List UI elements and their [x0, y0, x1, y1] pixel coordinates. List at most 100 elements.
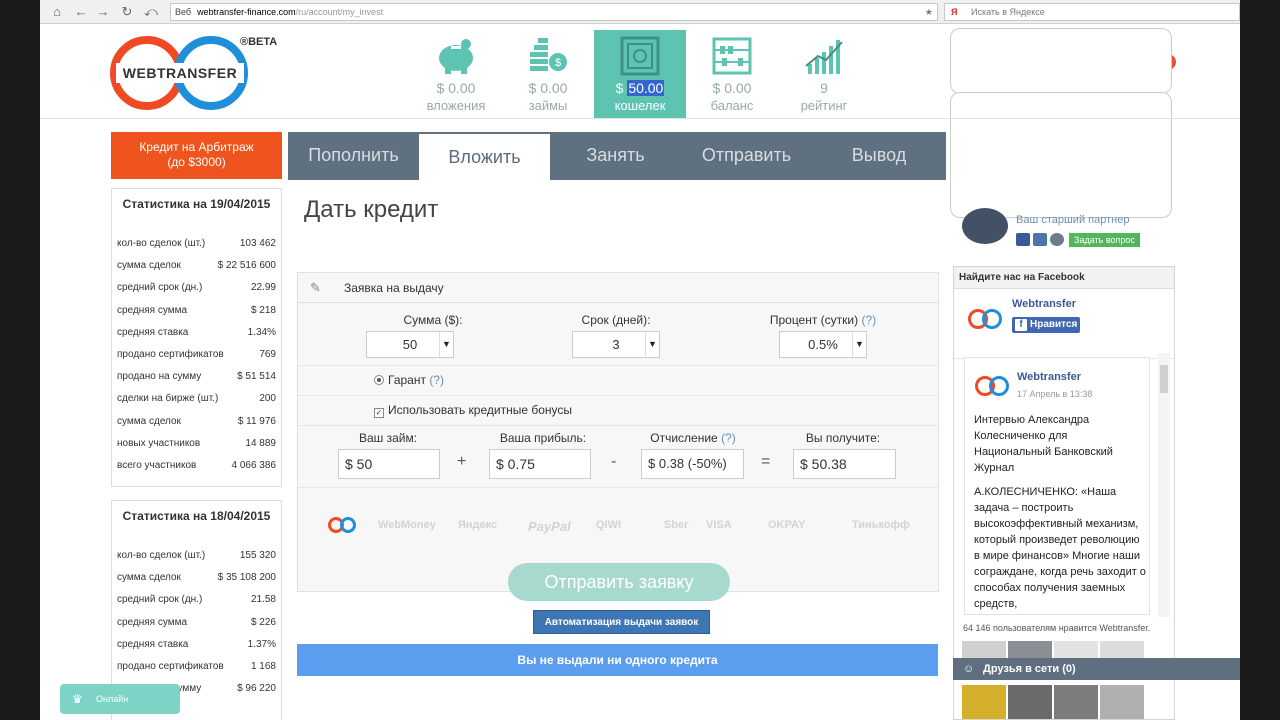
home-icon[interactable]: ⌂: [48, 3, 66, 21]
friend-avatar[interactable]: [1100, 685, 1144, 719]
back-icon[interactable]: ←: [72, 3, 90, 21]
tab-borrow[interactable]: Занять: [550, 132, 681, 180]
tab-invest[interactable]: Вложить: [419, 132, 550, 180]
forward-icon[interactable]: →: [94, 3, 112, 21]
sum-value: 50: [402, 337, 418, 352]
page-content: WEBTRANSFER ®BETA $ 0.00 вложения $ $ 0.…: [40, 24, 1240, 720]
main-tabs: Пополнить Вложить Занять Отправить Вывод: [288, 132, 946, 180]
vk-icon[interactable]: [1033, 233, 1047, 246]
okpay-icon: OKPAY: [768, 519, 806, 531]
post-author-logo[interactable]: [975, 374, 1009, 398]
friend-avatar[interactable]: [962, 685, 1006, 719]
loan-label: Ваш займ:: [358, 431, 418, 445]
bonus-label: Использовать кредитные бонусы: [388, 403, 573, 417]
stats-value: $ 226: [250, 616, 276, 628]
stat-loans[interactable]: $ $ 0.00 займы: [502, 30, 594, 118]
facebook-scrollbar[interactable]: [1158, 353, 1170, 617]
stats-row: средняя сумма $ 226: [112, 612, 281, 634]
stats-key: продано сертификатов: [117, 660, 224, 672]
stat-investments[interactable]: $ 0.00 вложения: [410, 30, 502, 118]
guarantee-label: Гарант: [388, 373, 426, 387]
loan-field[interactable]: $ 50: [338, 449, 440, 479]
guarantee-option[interactable]: Гарант (?): [374, 373, 444, 387]
stat-loans-label: займы: [528, 98, 568, 113]
stat-balance[interactable]: $ 0.00 баланс: [686, 30, 778, 118]
screen-left-border: [0, 0, 40, 720]
receive-field[interactable]: $ 50.38: [793, 449, 896, 479]
stats-key: сумма сделок: [117, 415, 181, 427]
fee-label: Отчисление: [650, 431, 718, 445]
arbitrage-credit-button[interactable]: Кредит на Арбитраж (до $3000): [111, 132, 282, 179]
tab-deposit[interactable]: Пополнить: [288, 132, 419, 180]
automation-button[interactable]: Автоматизация выдачи заявок: [533, 610, 710, 634]
reload-icon[interactable]: ↻: [118, 3, 136, 21]
stat-rating[interactable]: 9 рейтинг: [778, 30, 870, 118]
address-bar[interactable]: Веб webtransfer-finance.com/ru/account/my…: [170, 3, 938, 21]
fee-help[interactable]: (?): [721, 431, 736, 445]
tab-withdraw[interactable]: Вывод: [812, 132, 946, 180]
facebook-widget-title: Найдите нас на Facebook: [954, 267, 1174, 289]
stat-wallet-selected: 50.00: [627, 80, 665, 96]
search-input[interactable]: Я Искать в Яндексе: [944, 3, 1240, 21]
term-select[interactable]: 3 ▼: [572, 331, 660, 358]
scrollbar-thumb[interactable]: [1160, 365, 1168, 393]
friend-avatar[interactable]: [1054, 685, 1098, 719]
stats-value: 1 168: [250, 660, 276, 672]
stats-value: 103 462: [239, 238, 276, 249]
profit-field[interactable]: $ 0.75: [489, 449, 591, 479]
history-icon[interactable]: ⤺: [142, 3, 160, 21]
stat-investments-label: вложения: [426, 98, 486, 113]
facebook-post: Webtransfer 17 Апрель в 13:38 Интервью А…: [964, 357, 1150, 615]
skype-icon[interactable]: [1050, 233, 1064, 246]
stats-row: сделки на бирже (шт.) 200: [112, 388, 281, 410]
bonus-option[interactable]: ✓ Использовать кредитные бонусы: [374, 403, 572, 418]
facebook-likes-count: 64 146 пользователям нравится Webtransfe…: [963, 623, 1151, 633]
post-author[interactable]: Webtransfer: [1017, 371, 1081, 383]
stat-balance-value: $ 0.00: [712, 80, 752, 96]
form-divider: [298, 487, 938, 488]
friend-avatar[interactable]: [1008, 685, 1052, 719]
percent-help[interactable]: (?): [861, 313, 876, 327]
guarantee-help[interactable]: (?): [429, 373, 444, 387]
partner-link[interactable]: Ваш старший партнер: [1016, 214, 1129, 226]
piggy-bank-icon: [434, 36, 478, 76]
stats-key: средний срок (дн.): [117, 282, 203, 294]
minus-sign: -: [611, 453, 617, 470]
coins-icon: $: [526, 36, 570, 76]
guarantee-radio[interactable]: [374, 375, 384, 385]
friends-online-bar[interactable]: ☺ Друзья в сети (0): [953, 658, 1240, 680]
bookmark-star-icon[interactable]: ★: [925, 4, 933, 20]
post-date[interactable]: 17 Апрель в 13:38: [1017, 389, 1092, 399]
stat-wallet[interactable]: $ 50.00 кошелек: [594, 30, 686, 118]
webtransfer-logo[interactable]: WEBTRANSFER: [110, 36, 250, 110]
stat-balance-label: баланс: [710, 98, 754, 113]
ask-question-button[interactable]: Задать вопрос: [1069, 233, 1140, 247]
bonus-checkbox[interactable]: ✓: [374, 408, 384, 418]
screen-right-border: [1240, 0, 1280, 720]
tab-send[interactable]: Отправить: [681, 132, 812, 180]
no-credit-banner: Вы не выдали ни одного кредита: [297, 644, 938, 676]
facebook-like-button[interactable]: f Нравится: [1012, 317, 1080, 333]
submit-request-button[interactable]: Отправить заявку: [508, 563, 730, 601]
stats-value: 21.58: [250, 594, 276, 606]
profit-label: Ваша прибыль:: [499, 431, 587, 445]
partner-avatar[interactable]: [962, 208, 1008, 244]
stats-key: средняя сумма: [117, 304, 188, 316]
post-text-more: А.КОЛЕСНИЧЕНКО: «Наша задача – построить…: [974, 486, 1146, 610]
fee-field[interactable]: $ 0.38 (-50%): [641, 449, 744, 479]
stats-value: 155 320: [239, 550, 276, 561]
percent-select[interactable]: 0.5% ▼: [779, 331, 867, 358]
mail-icon[interactable]: [1016, 233, 1030, 246]
sum-select[interactable]: 50 ▼: [366, 331, 454, 358]
online-consultant-button[interactable]: ♛ Онлайн консультант: [60, 684, 180, 714]
visa-icon: VISA: [706, 519, 732, 531]
stat-rating-label: рейтинг: [800, 98, 848, 113]
facebook-widget: Найдите нас на Facebook Webtransfer f Нра…: [953, 266, 1175, 720]
stats-title: Статистика на 19/04/2015: [122, 197, 271, 211]
stats-key: новых участников: [117, 437, 201, 449]
facebook-page-name[interactable]: Webtransfer: [1012, 298, 1076, 310]
webtransfer-logo-small[interactable]: [968, 307, 1002, 331]
address-protocol: Веб: [175, 7, 192, 17]
pencil-icon: ✎: [310, 280, 321, 295]
credit-request-form: ✎ Заявка на выдачу Сумма ($): Срок (дней…: [297, 272, 939, 601]
